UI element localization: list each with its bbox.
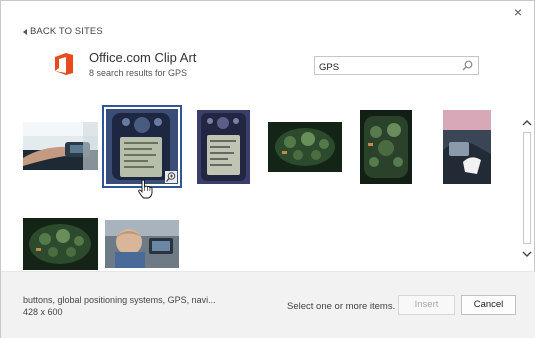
selected-item-caption: buttons, global positioning systems, GPS… [23, 295, 216, 305]
result-gps-child-car[interactable] [105, 220, 179, 268]
back-arrow-icon [23, 28, 27, 35]
results-count: 8 search results for GPS [89, 68, 188, 78]
result-gps-buttons-green[interactable] [268, 122, 342, 172]
clip-art-dialog: × BACK TO SITES Office.com Clip Art 8 se… [0, 0, 535, 338]
scroll-down-icon[interactable] [520, 247, 534, 261]
selection-hint: Select one or more items. [287, 301, 396, 312]
search-input[interactable] [315, 59, 455, 76]
back-to-sites-link[interactable]: BACK TO SITES [23, 26, 103, 37]
office-logo-icon [55, 53, 73, 75]
search-icon[interactable] [462, 60, 473, 71]
provider-title: Office.com Clip Art [89, 50, 197, 65]
results-grid [1, 98, 520, 270]
result-gps-buttons-dark[interactable] [360, 110, 412, 184]
scroll-thumb[interactable] [523, 132, 531, 244]
cancel-button[interactable]: Cancel [461, 295, 516, 315]
result-gps-hand-dashboard[interactable] [23, 122, 98, 170]
insert-button[interactable]: Insert [398, 295, 455, 315]
search-box [314, 56, 479, 76]
result-gps-handheld-purple[interactable] [197, 110, 250, 184]
magnify-plus-icon[interactable] [165, 171, 177, 183]
result-gps-handheld-closeup[interactable] [102, 105, 182, 188]
dialog-footer: buttons, global positioning systems, GPS… [1, 271, 535, 338]
results-scrollbar[interactable] [520, 116, 534, 261]
close-icon[interactable]: × [510, 4, 526, 20]
scroll-up-icon[interactable] [520, 116, 534, 130]
selected-item-dimensions: 428 x 600 [23, 307, 63, 317]
back-to-sites-label: BACK TO SITES [30, 26, 103, 37]
result-gps-car-hand[interactable] [443, 110, 491, 184]
result-gps-buttons-green-2[interactable] [23, 218, 98, 270]
